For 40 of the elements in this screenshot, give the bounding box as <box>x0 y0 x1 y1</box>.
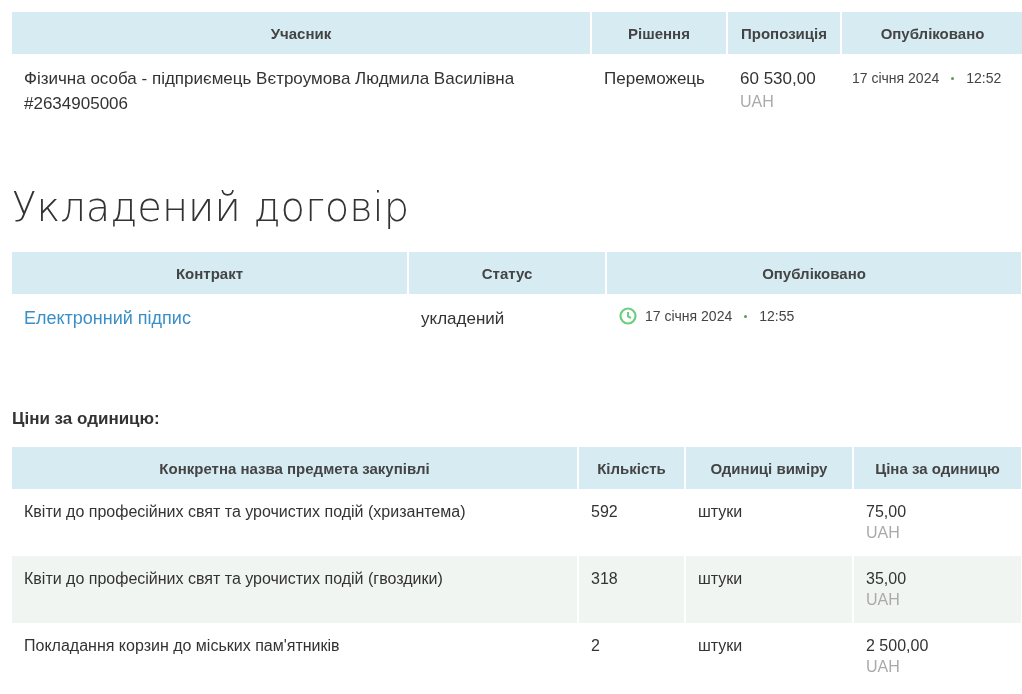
unit-price: 2 500,00 <box>866 636 930 656</box>
section-heading: Укладений договір <box>12 184 411 230</box>
column-header: Контракт <box>12 252 407 294</box>
bid-amount: 60 530,00 <box>740 68 817 90</box>
column-header: Конкретна назва предмета закупівлі <box>12 447 577 489</box>
currency-label: UAH <box>866 657 901 677</box>
item-unit: штуки <box>698 569 744 589</box>
item-name: Квіти до професійних свят та урочистих подій (гвоздики) <box>24 569 444 589</box>
item-name: Квіти до професійних свят та урочистих подій (хризантема) <box>24 502 467 522</box>
currency-label: UAH <box>740 92 775 112</box>
column-header: Ціна за одиницю <box>854 447 1021 489</box>
contract-link[interactable]: Електронний підпис <box>24 308 191 328</box>
item-unit: штуки <box>698 502 744 522</box>
published-date: 17 січня 2024 <box>852 69 940 88</box>
currency-label: UAH <box>866 590 901 610</box>
unit-price: 75,00 <box>866 502 908 522</box>
contract-status: укладений <box>421 308 506 330</box>
column-header: Одиниці виміру <box>686 447 852 489</box>
item-quantity: 318 <box>591 569 619 589</box>
column-header: Рішення <box>592 12 726 54</box>
unit-price: 35,00 <box>866 569 908 589</box>
column-header: Учасник <box>12 12 590 54</box>
item-quantity: 592 <box>591 502 619 522</box>
decision-text: Переможець <box>604 68 706 90</box>
published-time: 12:52 <box>966 69 1002 88</box>
column-header: Пропозиція <box>728 12 840 54</box>
column-header: Кількість <box>579 447 684 489</box>
published-time: 12:55 <box>759 307 795 326</box>
participant-code: #2634905006 <box>24 93 129 115</box>
column-header: Статус <box>409 252 605 294</box>
published-date: 17 січня 2024 <box>645 307 733 326</box>
currency-label: UAH <box>866 523 901 543</box>
clock-icon <box>619 307 637 325</box>
item-name: Покладання корзин до міських пам'ятників <box>24 636 341 656</box>
column-header: Опубліковано <box>842 12 1022 54</box>
unit-prices-title: Ціни за одиницю: <box>12 409 161 429</box>
item-quantity: 2 <box>591 636 601 656</box>
participant-name: Фізична особа - підприємець Вєтроумова Людмила Василівна <box>24 68 516 90</box>
item-unit: штуки <box>698 636 744 656</box>
column-header: Опубліковано <box>607 252 1021 294</box>
